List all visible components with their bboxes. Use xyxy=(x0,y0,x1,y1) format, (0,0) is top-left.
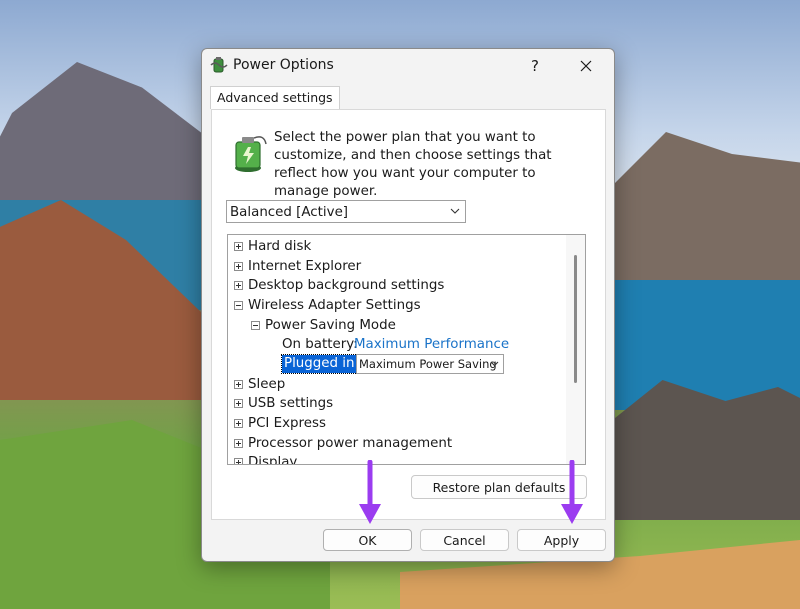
wallpaper-cliff xyxy=(610,380,800,520)
apply-button[interactable]: Apply xyxy=(517,529,606,551)
tree-item-label: Sleep xyxy=(248,377,286,392)
tab-advanced-settings[interactable]: Advanced settings xyxy=(210,86,340,109)
settings-tree-list: Hard disk Internet Explorer Desktop back… xyxy=(228,235,564,464)
tree-item-label: Wireless Adapter Settings xyxy=(248,298,421,313)
collapse-minus-icon[interactable] xyxy=(234,301,243,310)
plugged-in-select-value: Maximum Power Saving xyxy=(359,357,497,371)
chevron-down-icon xyxy=(450,208,460,214)
plugged-in-label: Plugged in: xyxy=(281,354,362,374)
tree-item-label: PCI Express xyxy=(248,416,326,431)
tree-item-label: Internet Explorer xyxy=(248,259,362,274)
close-icon xyxy=(580,60,592,72)
expand-plus-icon[interactable] xyxy=(234,262,243,271)
tree-item-label: Desktop background settings xyxy=(248,278,445,293)
ok-button[interactable]: OK xyxy=(323,529,412,551)
collapse-minus-icon[interactable] xyxy=(251,321,260,330)
annotation-arrow-apply xyxy=(561,460,583,524)
settings-tree[interactable]: Hard disk Internet Explorer Desktop back… xyxy=(227,234,586,465)
tree-item-label: USB settings xyxy=(248,396,334,411)
power-options-app-icon xyxy=(210,57,228,73)
chevron-down-icon xyxy=(490,361,499,367)
battery-icon xyxy=(235,136,267,172)
expand-plus-icon[interactable] xyxy=(234,419,243,428)
close-button[interactable] xyxy=(570,53,602,79)
tree-scrollbar[interactable] xyxy=(566,235,585,464)
tree-scrollbar-thumb[interactable] xyxy=(574,255,577,383)
dialog-title: Power Options xyxy=(233,57,334,73)
help-button[interactable]: ? xyxy=(520,53,550,79)
power-plan-select[interactable]: Balanced [Active] xyxy=(226,200,466,223)
tree-item-label: Display xyxy=(248,455,298,464)
advanced-settings-panel: Select the power plan that you want to c… xyxy=(211,109,606,520)
expand-plus-icon[interactable] xyxy=(234,281,243,290)
expand-plus-icon[interactable] xyxy=(234,380,243,389)
annotation-arrow-ok xyxy=(359,460,381,524)
cancel-button[interactable]: Cancel xyxy=(420,529,509,551)
expand-plus-icon[interactable] xyxy=(234,458,243,464)
plan-description: Select the power plan that you want to c… xyxy=(274,130,552,199)
expand-plus-icon[interactable] xyxy=(234,439,243,448)
tree-item-plugged-in[interactable]: Plugged in: Maximum Power Saving xyxy=(281,354,562,376)
expand-plus-icon[interactable] xyxy=(234,399,243,408)
power-plan-select-value: Balanced [Active] xyxy=(230,205,349,220)
tree-item-label: Power Saving Mode xyxy=(265,318,396,333)
tree-item-label: Hard disk xyxy=(248,239,312,254)
plugged-in-select[interactable]: Maximum Power Saving xyxy=(356,354,504,374)
title-bar[interactable]: Power Options ? xyxy=(202,49,614,83)
tree-item-label: Processor power management xyxy=(248,436,453,451)
expand-plus-icon[interactable] xyxy=(234,242,243,251)
on-battery-label: On battery: xyxy=(282,337,358,352)
tree-item-on-battery[interactable]: On battery: Maximum Performance xyxy=(282,335,542,354)
on-battery-value-link[interactable]: Maximum Performance xyxy=(354,335,509,354)
